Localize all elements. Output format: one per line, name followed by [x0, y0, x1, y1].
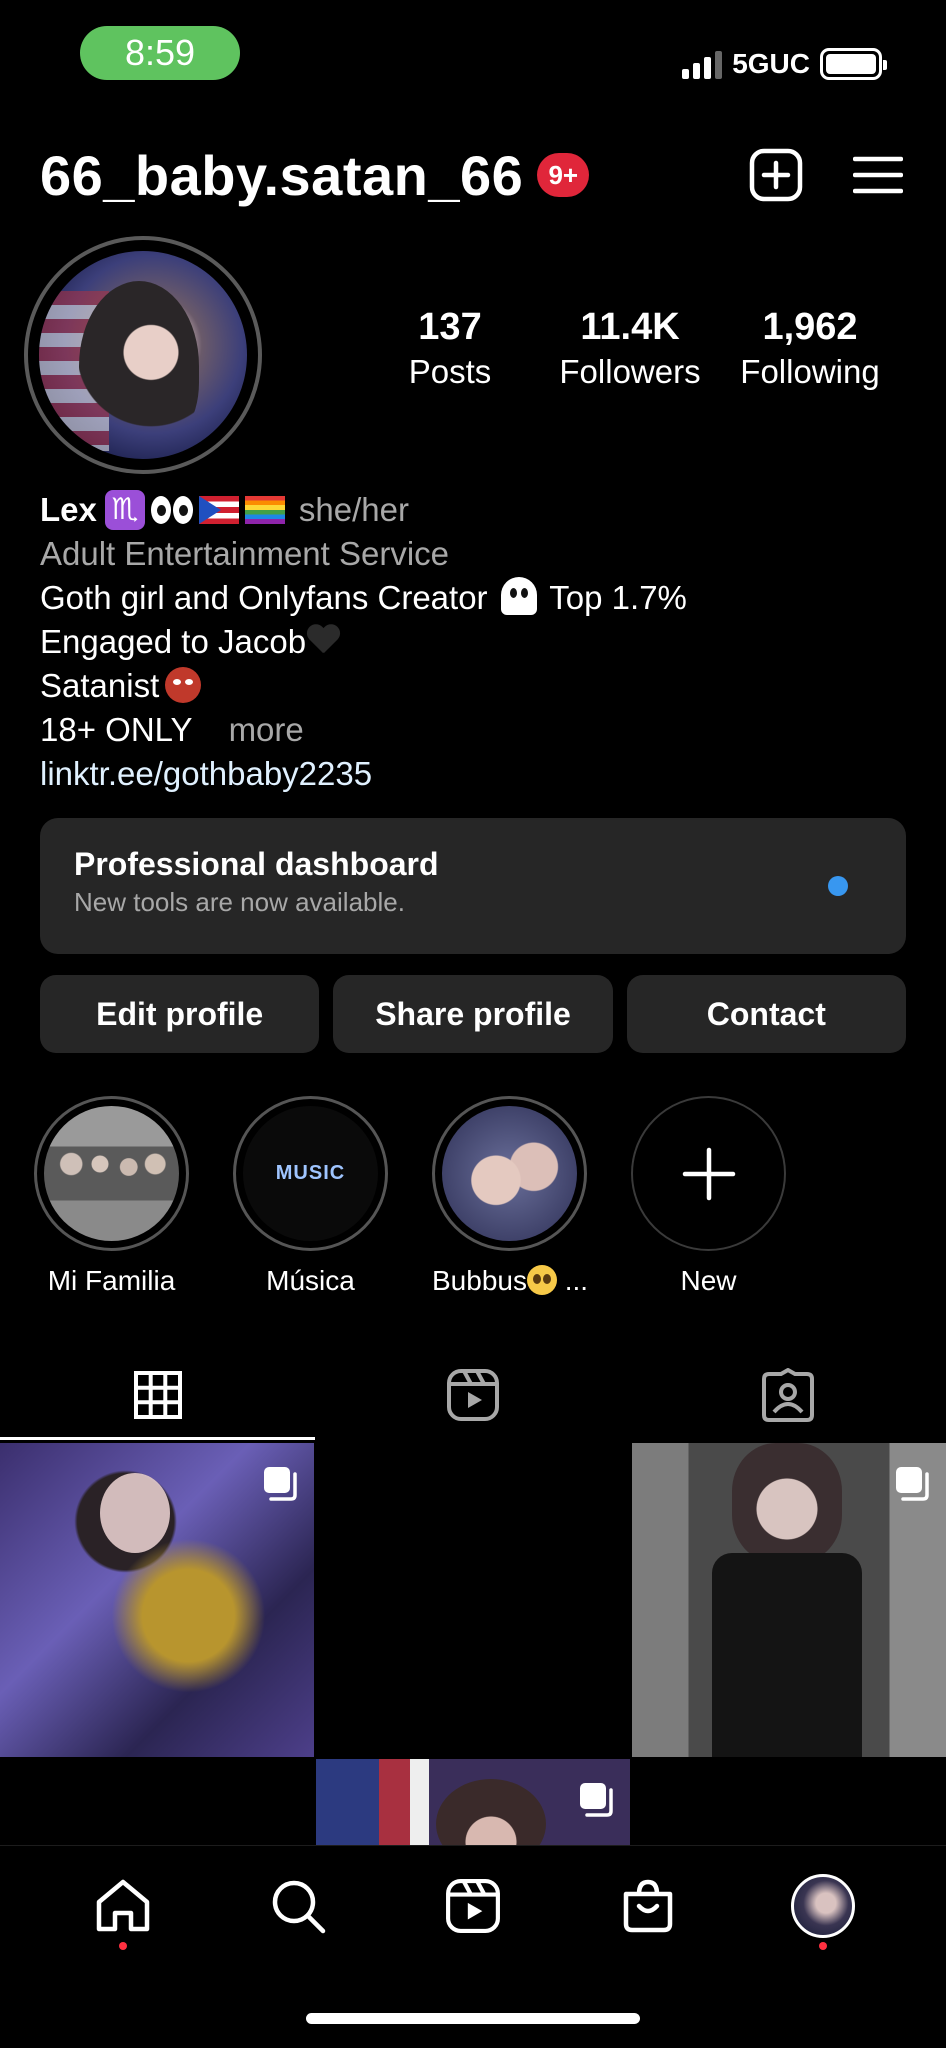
professional-dashboard-card[interactable]: Professional dashboard New tools are now…	[40, 818, 906, 954]
following-label: Following	[740, 353, 880, 390]
bio-line-4: 18+ ONLY more	[40, 711, 304, 748]
posts-stat[interactable]: 137 Posts	[360, 306, 540, 391]
more-link[interactable]: more	[229, 711, 304, 748]
followers-count: 11.4K	[580, 306, 680, 348]
highlight-musica[interactable]: MUSIC Música	[233, 1096, 388, 1297]
followers-label: Followers	[559, 353, 701, 390]
highlight-label: Bubbus ...	[432, 1265, 589, 1296]
notification-dot	[119, 1942, 128, 1950]
story-highlights: Mi Familia MUSIC Música Bubbus ... New	[34, 1096, 786, 1297]
black-heart-icon	[306, 625, 340, 659]
ghost-icon	[500, 577, 537, 615]
profile-actions: Edit profile Share profile Contact	[40, 975, 906, 1053]
home-indicator	[306, 2013, 640, 2024]
pronouns: she/her	[298, 491, 409, 528]
nav-home[interactable]	[83, 1866, 163, 1950]
highlight-label: Música	[266, 1265, 355, 1296]
account-category: Adult Entertainment Service	[40, 535, 450, 572]
create-post-button[interactable]	[748, 147, 804, 203]
carousel-icon	[896, 1467, 929, 1501]
nav-shop[interactable]	[608, 1866, 688, 1946]
menu-button[interactable]	[850, 147, 906, 203]
share-profile-button[interactable]: Share profile	[333, 975, 613, 1053]
pleading-face-icon	[526, 1265, 557, 1295]
tab-posts-grid[interactable]	[0, 1350, 316, 1440]
search-icon	[272, 1880, 326, 1934]
dashboard-subtitle: New tools are now available.	[74, 887, 405, 917]
highlight-cover	[44, 1106, 179, 1241]
home-icon	[97, 1879, 150, 1932]
ogre-icon	[165, 667, 202, 703]
highlight-cover	[442, 1106, 577, 1241]
reels-icon	[446, 1879, 500, 1933]
profile-bio: Lex ♏ she/her Adult Entertainment Servic…	[40, 488, 906, 796]
post-thumbnail[interactable]	[316, 1759, 630, 1845]
tab-reels[interactable]	[315, 1350, 630, 1440]
nav-profile[interactable]	[783, 1866, 863, 1950]
following-stat[interactable]: 1,962 Following	[720, 306, 900, 391]
highlight-new[interactable]: New	[631, 1096, 786, 1297]
highlight-bubbus[interactable]: Bubbus ...	[432, 1096, 589, 1297]
highlight-label: Mi Familia	[47, 1265, 176, 1296]
followers-stat[interactable]: 11.4K Followers	[540, 306, 720, 391]
notification-dot	[818, 1942, 827, 1950]
display-name: Lex	[40, 491, 97, 528]
plus-icon	[682, 1147, 735, 1200]
status-indicators: 5GUC	[682, 44, 887, 84]
network-label: 5GUC	[732, 48, 810, 79]
battery-icon	[820, 48, 887, 80]
scorpio-icon: ♏	[104, 490, 145, 530]
nav-reels[interactable]	[433, 1866, 513, 1946]
contact-button[interactable]: Contact	[626, 975, 906, 1053]
new-indicator-dot	[828, 876, 848, 896]
puerto-rico-flag-icon	[198, 496, 239, 524]
profile-tabs	[0, 1350, 946, 1440]
post-thumbnail[interactable]	[0, 1443, 314, 1757]
bio-line-2: Engaged to Jacob	[40, 620, 906, 664]
tagged-icon	[762, 1368, 815, 1422]
bio-link[interactable]: linktr.ee/gothbaby2235	[40, 752, 906, 796]
carousel-icon	[264, 1467, 297, 1501]
reels-icon	[446, 1369, 499, 1421]
post-thumbnail[interactable]	[632, 1443, 946, 1757]
edit-profile-button[interactable]: Edit profile	[40, 975, 320, 1053]
eyes-icon	[150, 496, 193, 524]
nav-search[interactable]	[258, 1866, 338, 1946]
rainbow-flag-icon	[244, 496, 285, 524]
plus-square-icon	[749, 148, 803, 202]
shop-bag-icon	[623, 1879, 673, 1933]
bio-line-1: Goth girl and Onlyfans Creator Top 1.7%	[40, 577, 687, 616]
status-time: 8:59	[80, 26, 240, 80]
hamburger-menu-icon	[853, 156, 903, 194]
notification-badge[interactable]: 9+	[537, 153, 590, 197]
highlight-label: New	[680, 1265, 737, 1296]
avatar-image	[39, 251, 247, 459]
profile-avatar[interactable]	[24, 236, 262, 474]
posts-count: 137	[418, 306, 482, 348]
profile-avatar-icon	[790, 1874, 855, 1938]
posts-label: Posts	[408, 353, 492, 390]
following-count: 1,962	[762, 306, 858, 348]
signal-icon	[682, 49, 723, 79]
highlight-mi-familia[interactable]: Mi Familia	[34, 1096, 189, 1297]
bottom-navigation	[0, 1845, 946, 2048]
username[interactable]: 66_baby.satan_66	[40, 143, 523, 208]
profile-header: 66_baby.satan_66 9+	[40, 140, 906, 210]
posts-grid	[0, 1443, 946, 1845]
profile-stats: 137 Posts 11.4K Followers 1,962 Followin…	[360, 306, 900, 391]
highlight-cover: MUSIC	[243, 1106, 378, 1241]
grid-icon	[133, 1371, 182, 1419]
dashboard-title: Professional dashboard	[74, 846, 439, 882]
bio-line-3: Satanist	[40, 664, 906, 708]
tab-tagged[interactable]	[631, 1350, 946, 1440]
carousel-icon	[580, 1783, 613, 1817]
